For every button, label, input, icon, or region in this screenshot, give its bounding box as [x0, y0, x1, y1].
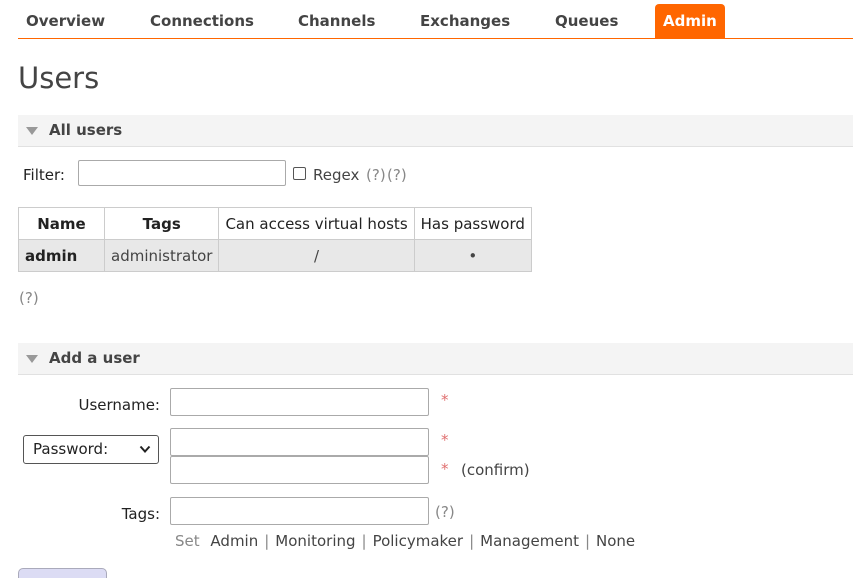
all-users-title: All users: [49, 121, 123, 139]
tags-label: Tags:: [121, 505, 160, 523]
required-marker: *: [441, 460, 449, 478]
collapse-triangle-icon: [26, 355, 38, 363]
users-table-help-link[interactable]: (?): [19, 289, 39, 307]
nav-tab-admin[interactable]: Admin: [655, 4, 725, 38]
filter-label: Filter:: [23, 166, 65, 184]
filter-help-link[interactable]: (?): [387, 166, 407, 184]
user-vhosts-cell: /: [218, 239, 415, 272]
column-header-tags[interactable]: Tags: [103, 207, 220, 240]
filter-input[interactable]: [78, 160, 286, 186]
password-mode-value: Password:: [33, 440, 109, 458]
password-confirm-input[interactable]: [170, 456, 429, 484]
set-label: Set: [175, 532, 200, 550]
separator: |: [264, 532, 270, 550]
column-header-vhosts[interactable]: Can access virtual hosts: [218, 207, 415, 240]
chevron-down-icon: [139, 445, 151, 453]
rabbitmq-management-app: Overview Connections Channels Exchanges …: [0, 0, 853, 578]
all-users-section-header[interactable]: All users: [18, 115, 853, 147]
add-user-button[interactable]: [18, 568, 107, 578]
add-user-title: Add a user: [49, 349, 140, 367]
tags-help-link[interactable]: (?): [435, 503, 455, 521]
required-marker: *: [441, 391, 449, 409]
nav-tab-queues[interactable]: Queues: [555, 4, 618, 38]
required-marker: *: [441, 431, 449, 449]
username-input[interactable]: [170, 388, 429, 416]
tag-option-management[interactable]: Management: [480, 532, 579, 550]
table-row[interactable]: admin administrator / •: [18, 239, 532, 272]
add-user-section-header[interactable]: Add a user: [18, 343, 853, 375]
page-title: Users: [18, 61, 100, 95]
tag-option-monitoring[interactable]: Monitoring: [275, 532, 355, 550]
tag-shortcuts: Set Admin | Monitoring | Policymaker | Managem…: [175, 532, 635, 550]
password-mode-select[interactable]: Password:: [23, 435, 159, 464]
collapse-triangle-icon: [26, 127, 38, 135]
nav-tab-exchanges[interactable]: Exchanges: [420, 4, 510, 38]
user-name-link[interactable]: admin: [18, 239, 105, 272]
tag-option-policymaker[interactable]: Policymaker: [373, 532, 464, 550]
table-header-row: Name Tags Can access virtual hosts Has p…: [18, 207, 532, 240]
confirm-label: (confirm): [461, 461, 530, 479]
tag-option-none[interactable]: None: [596, 532, 635, 550]
regex-checkbox[interactable]: [293, 167, 306, 180]
top-nav: Overview Connections Channels Exchanges …: [18, 0, 853, 39]
nav-tab-overview[interactable]: Overview: [26, 4, 105, 38]
column-header-has-password[interactable]: Has password: [413, 207, 532, 240]
password-input[interactable]: [170, 428, 429, 456]
user-tags-cell: administrator: [103, 239, 220, 272]
user-has-password-cell: •: [413, 239, 532, 272]
tags-input[interactable]: [170, 497, 429, 525]
tag-option-admin[interactable]: Admin: [210, 532, 258, 550]
nav-tab-connections[interactable]: Connections: [150, 4, 254, 38]
column-header-name[interactable]: Name: [18, 207, 105, 240]
users-table: Name Tags Can access virtual hosts Has p…: [18, 207, 532, 272]
separator: |: [469, 532, 475, 550]
nav-tab-channels[interactable]: Channels: [298, 4, 375, 38]
separator: |: [584, 532, 591, 550]
regex-label: Regex: [313, 166, 360, 184]
username-label: Username:: [78, 396, 160, 414]
separator: |: [361, 532, 367, 550]
regex-help-link[interactable]: (?): [366, 166, 386, 184]
